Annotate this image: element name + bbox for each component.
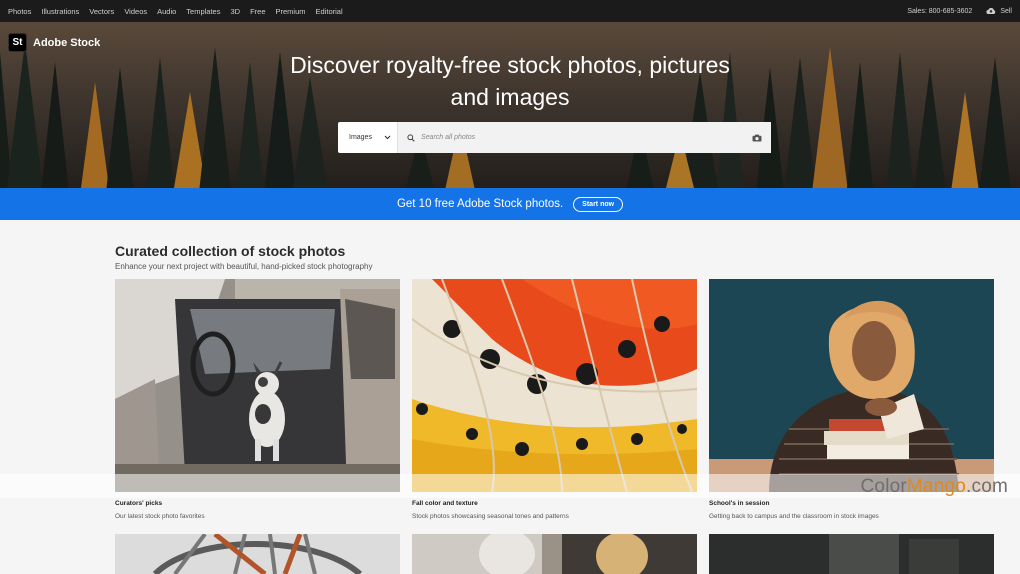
nav-link-videos[interactable]: Videos (124, 7, 147, 16)
hero-banner: St Adobe Stock Discover royalty-free sto… (0, 22, 1020, 188)
promo-text: Get 10 free Adobe Stock photos. (396, 198, 564, 210)
card-image-dark-scene (709, 534, 994, 574)
search-bar: Images Search all photos (338, 122, 771, 153)
nav-link-3d[interactable]: 3D (230, 7, 240, 16)
sell-link[interactable]: Sell (986, 7, 1012, 15)
collection-card-row2-3[interactable] (709, 534, 994, 574)
camera-icon (752, 134, 762, 141)
nav-link-photos[interactable]: Photos (8, 7, 31, 16)
start-now-button[interactable]: Start now (573, 196, 624, 212)
watermark-part-1: Color (860, 476, 907, 497)
card-image-dog-in-car[interactable] (115, 279, 400, 492)
colormango-watermark: ColorMango.com (861, 476, 1009, 498)
collection-card-row2-1[interactable] (115, 534, 400, 574)
chevron-down-icon (384, 135, 391, 140)
card-title[interactable]: Curators' picks (115, 500, 400, 507)
top-nav: Photos Illustrations Vectors Videos Audi… (0, 0, 1020, 22)
nav-link-premium[interactable]: Premium (276, 7, 306, 16)
watermark-part-3: .com (966, 476, 1008, 497)
nav-link-templates[interactable]: Templates (186, 7, 220, 16)
nav-link-vectors[interactable]: Vectors (89, 7, 114, 16)
nav-right: Sales: 800-685-3602 Sell (907, 7, 1012, 15)
nav-link-free[interactable]: Free (250, 7, 265, 16)
search-placeholder: Search all photos (421, 134, 476, 141)
card-title[interactable]: School's in session (709, 500, 994, 507)
section-title: Curated collection of stock photos (115, 243, 346, 259)
sales-phone[interactable]: Sales: 800-685-3602 (907, 8, 972, 15)
card-description: Our latest stock photo favorites (115, 513, 205, 520)
card-title[interactable]: Fall color and texture (412, 500, 697, 507)
card-description: Getting back to campus and the classroom… (709, 513, 879, 520)
hero-title-line-2: and images (450, 84, 570, 110)
card-image-people (412, 534, 697, 574)
nav-link-illustrations[interactable]: Illustrations (41, 7, 79, 16)
nav-link-audio[interactable]: Audio (157, 7, 176, 16)
nav-link-editorial[interactable]: Editorial (316, 7, 343, 16)
search-input[interactable]: Search all photos (398, 122, 743, 153)
card-image-butterfly-wing[interactable] (412, 279, 697, 492)
category-links: Photos Illustrations Vectors Videos Audi… (8, 7, 353, 16)
promo-banner: Get 10 free Adobe Stock photos. Start no… (0, 188, 1020, 220)
search-icon (407, 133, 415, 142)
hero-title: Discover royalty-free stock photos, pict… (0, 49, 1020, 113)
hero-title-line-1: Discover royalty-free stock photos, pict… (290, 52, 730, 78)
category-dropdown[interactable]: Images (338, 122, 398, 153)
card-image-student-with-books[interactable] (709, 279, 994, 492)
card-image-arch-structure (115, 534, 400, 574)
sell-label: Sell (1000, 7, 1012, 15)
card-description: Stock photos showcasing seasonal tones a… (412, 513, 569, 520)
visual-search-button[interactable] (743, 122, 771, 153)
section-subtitle: Enhance your next project with beautiful… (115, 262, 373, 271)
watermark-part-2: Mango (906, 476, 967, 497)
cloud-upload-icon (986, 8, 996, 15)
collection-card-row2-2[interactable] (412, 534, 697, 574)
brand-name: Adobe Stock (33, 36, 101, 49)
category-value: Images (349, 134, 372, 141)
